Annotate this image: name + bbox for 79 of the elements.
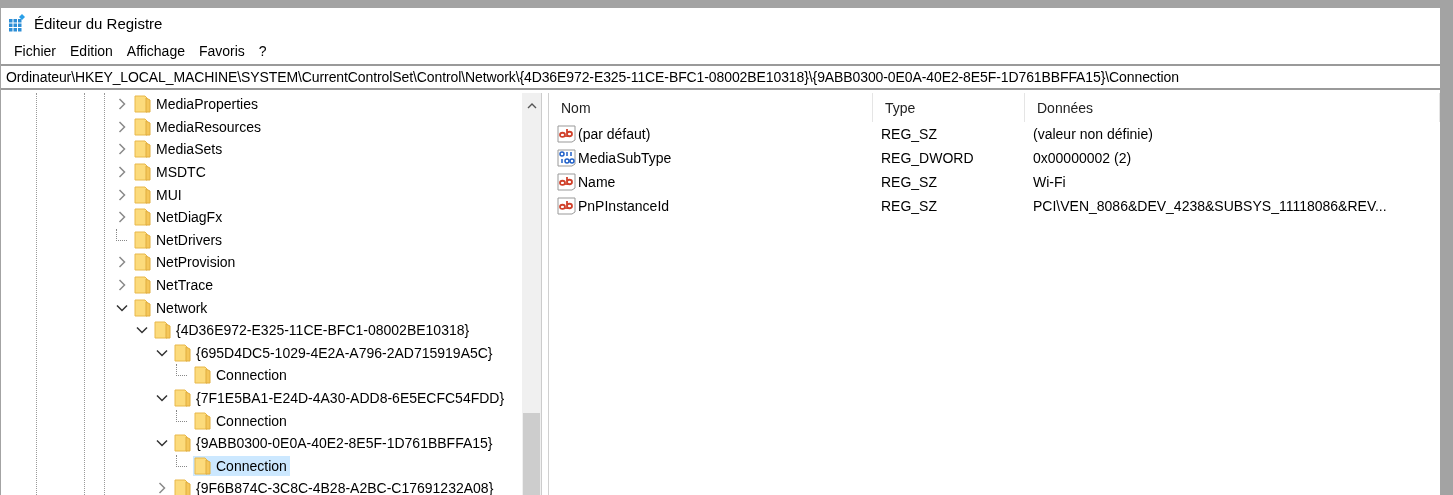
- column-header[interactable]: Type: [873, 93, 1025, 122]
- scroll-up-icon[interactable]: [526, 102, 537, 109]
- menu-item[interactable]: Favoris: [191, 41, 252, 61]
- address-bar[interactable]: Ordinateur\HKEY_LOCAL_MACHINE\SYSTEM\CurrentControlSet\Control\Network\{4D36E972-E325-11CE-BFC1-08002BE10318}\{9ABB0300-0E0A-40E2-8E5F-1D761BBFFA15}\Connection: [1, 64, 1440, 90]
- tree-item[interactable]: Connection: [193, 365, 290, 386]
- value-type: REG_DWORD: [881, 150, 974, 166]
- value-data: 0x00000002 (2): [1033, 150, 1132, 166]
- value-name[interactable]: Name: [557, 173, 616, 191]
- expand-chevron-icon[interactable]: [118, 98, 126, 111]
- string-value-icon: [557, 125, 577, 143]
- expand-chevron-icon[interactable]: [118, 279, 126, 292]
- value-name[interactable]: MediaSubType: [557, 149, 672, 167]
- folder-icon: [154, 321, 171, 340]
- vertical-scrollbar[interactable]: [522, 93, 541, 495]
- folder-icon: [194, 411, 211, 430]
- folder-icon: [134, 163, 151, 182]
- string-value-icon: [557, 173, 577, 191]
- folder-icon: [134, 276, 151, 295]
- tree-item[interactable]: NetDiagFx: [133, 207, 226, 228]
- window-title: Éditeur du Registre: [34, 14, 163, 32]
- tree-item[interactable]: Connection: [193, 410, 290, 431]
- tree-item[interactable]: MUI: [133, 184, 185, 205]
- value-data: PCI\VEN_8086&DEV_4238&SUBSYS_11118086&REV...: [1033, 198, 1387, 214]
- folder-icon: [174, 343, 191, 362]
- expand-chevron-icon[interactable]: [118, 256, 126, 269]
- tree-item[interactable]: Connection: [193, 455, 290, 476]
- string-value-icon: [557, 197, 577, 215]
- value-name[interactable]: (par défaut): [557, 125, 651, 143]
- menu-item[interactable]: Fichier: [7, 41, 63, 61]
- tree-item[interactable]: {9ABB0300-0E0A-40E2-8E5F-1D761BBFFA15}: [173, 433, 496, 454]
- folder-icon: [134, 253, 151, 272]
- menu-item[interactable]: ?: [251, 41, 274, 61]
- expand-chevron-icon[interactable]: [118, 166, 126, 179]
- tree-item[interactable]: NetDrivers: [133, 229, 226, 250]
- folder-icon: [194, 366, 211, 385]
- collapse-chevron-icon[interactable]: [156, 394, 168, 402]
- tree-item[interactable]: MediaProperties: [133, 94, 261, 115]
- tree-item[interactable]: NetProvision: [133, 252, 239, 273]
- expand-chevron-icon[interactable]: [158, 482, 166, 495]
- tree-item[interactable]: {695D4DC5-1029-4E2A-A796-2AD715919A5C}: [173, 342, 496, 363]
- tree-item[interactable]: {4D36E972-E325-11CE-BFC1-08002BE10318}: [153, 320, 473, 341]
- column-header[interactable]: Données: [1025, 93, 1440, 122]
- value-type: REG_SZ: [881, 198, 937, 214]
- expand-chevron-icon[interactable]: [118, 188, 126, 201]
- column-header[interactable]: Nom: [549, 93, 873, 122]
- folder-icon: [174, 389, 191, 407]
- scrollbar-thumb[interactable]: [523, 413, 540, 495]
- tree-item[interactable]: MediaSets: [133, 139, 226, 160]
- expand-chevron-icon[interactable]: [118, 143, 126, 156]
- folder-icon: [134, 208, 151, 227]
- folder-icon: [134, 117, 151, 136]
- collapse-chevron-icon[interactable]: [156, 439, 168, 448]
- tree-item[interactable]: MSDTC: [133, 162, 209, 183]
- folder-icon: [174, 479, 191, 495]
- value-type: REG_SZ: [881, 174, 937, 190]
- tree-item[interactable]: Network: [133, 297, 211, 318]
- folder-icon: [194, 456, 211, 475]
- collapse-chevron-icon[interactable]: [116, 303, 128, 312]
- folder-icon: [134, 298, 151, 317]
- folder-icon: [134, 140, 151, 159]
- tree-item[interactable]: MediaResources: [133, 116, 265, 137]
- tree-item[interactable]: {7F1E5BA1-E24D-4A30-ADD8-6E5ECFC54FDD}: [173, 388, 508, 408]
- binary-value-icon: [557, 149, 577, 167]
- value-data: (valeur non définie): [1033, 126, 1153, 142]
- value-data: Wi-Fi: [1033, 174, 1066, 190]
- folder-icon: [134, 185, 151, 204]
- value-type: REG_SZ: [881, 126, 937, 142]
- folder-icon: [134, 95, 151, 114]
- tree-item[interactable]: NetTrace: [133, 275, 217, 296]
- folder-icon: [174, 434, 191, 453]
- collapse-chevron-icon[interactable]: [156, 348, 168, 357]
- menu-item[interactable]: Edition: [63, 41, 120, 61]
- app-icon: [8, 14, 26, 32]
- collapse-chevron-icon[interactable]: [136, 326, 148, 335]
- value-name[interactable]: PnPInstanceId: [557, 197, 670, 215]
- menu-item[interactable]: Affichage: [119, 41, 192, 61]
- expand-chevron-icon[interactable]: [118, 211, 126, 224]
- folder-icon: [134, 230, 151, 249]
- expand-chevron-icon[interactable]: [118, 120, 126, 133]
